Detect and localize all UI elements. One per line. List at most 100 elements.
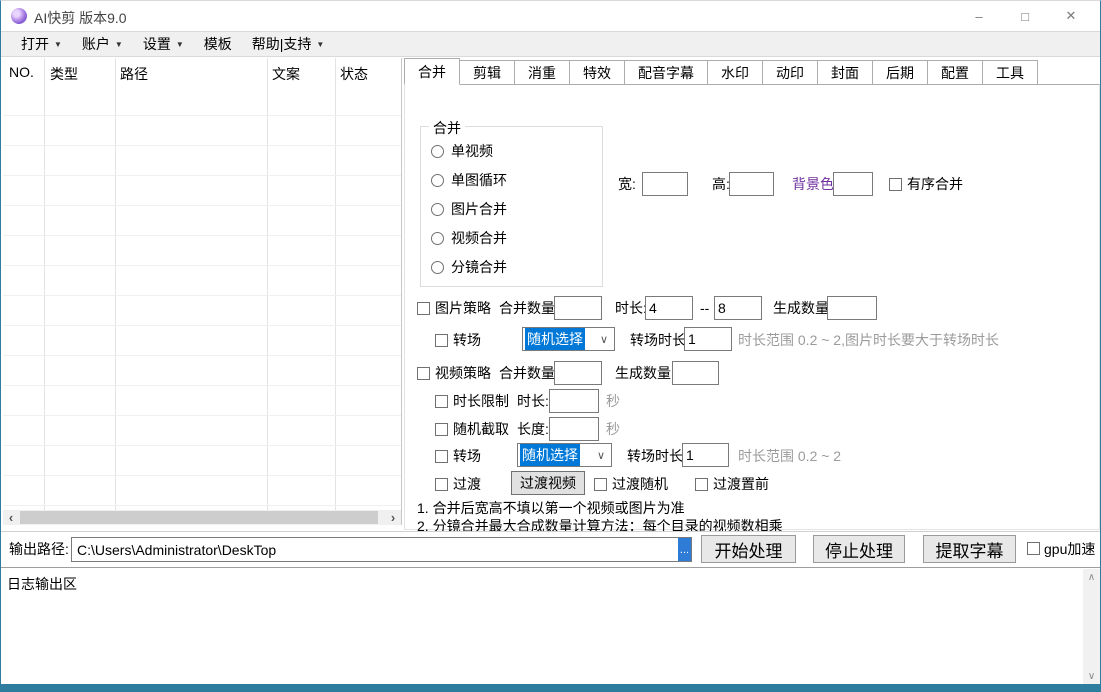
menu-open[interactable]: 打开 ▼ — [11, 32, 72, 56]
merge-count-label: 合并数量: — [499, 295, 559, 321]
scrollbar-thumb[interactable] — [20, 511, 378, 524]
tab-effects[interactable]: 特效 — [570, 60, 625, 85]
tab-dub-subtitle[interactable]: 配音字幕 — [625, 60, 708, 85]
height-input[interactable] — [729, 172, 774, 196]
video-transition-checkbox[interactable] — [435, 450, 448, 463]
image-transition-checkbox[interactable] — [435, 334, 448, 347]
width-label: 宽: — [618, 171, 636, 197]
scroll-left-icon[interactable]: ‹ — [3, 510, 19, 525]
crossfade-front-checkbox[interactable] — [695, 478, 708, 491]
merge-tab-content: 合并 单视频 单图循环 图片合并 视频合并 — [404, 84, 1100, 530]
video-transition-label: 转场 — [453, 443, 481, 469]
video-strategy-checkbox[interactable] — [417, 367, 430, 380]
menu-settings[interactable]: 设置 ▼ — [133, 32, 194, 56]
width-input[interactable] — [642, 172, 688, 196]
radio-icon[interactable] — [431, 203, 444, 216]
radio-video-merge[interactable]: 视频合并 — [431, 229, 507, 247]
menu-help[interactable]: 帮助|支持 ▼ — [242, 32, 335, 56]
tab-cover[interactable]: 封面 — [818, 60, 873, 85]
video-merge-count-input[interactable] — [554, 361, 602, 385]
minimize-button[interactable]: – — [956, 1, 1002, 31]
scroll-right-icon[interactable]: › — [385, 510, 401, 525]
close-button[interactable]: ✕ — [1048, 1, 1094, 31]
image-transition-duration-input[interactable] — [684, 327, 732, 351]
menu-open-label: 打开 — [21, 34, 49, 54]
table-horizontal-scrollbar[interactable]: ‹ › — [3, 510, 401, 525]
tab-edit[interactable]: 剪辑 — [460, 60, 515, 85]
background-color-input[interactable] — [833, 172, 873, 196]
tab-watermark[interactable]: 水印 — [708, 60, 763, 85]
radio-label: 单视频 — [451, 141, 493, 161]
duration-limit-checkbox[interactable] — [435, 395, 448, 408]
video-strategy-label: 视频策略 — [435, 360, 491, 386]
random-cut-label: 随机截取 — [453, 416, 509, 442]
browse-button[interactable]: ... — [678, 538, 691, 561]
menu-template[interactable]: 模板 — [194, 32, 242, 56]
window-title: AI快剪 版本9.0 — [34, 8, 127, 28]
chevron-down-icon: ▼ — [316, 40, 324, 49]
radio-storyboard-merge[interactable]: 分镜合并 — [431, 258, 507, 276]
ordered-merge-checkbox[interactable] — [889, 178, 902, 191]
col-status[interactable]: 状态 — [340, 64, 368, 84]
radio-image-merge[interactable]: 图片合并 — [431, 200, 507, 218]
output-path-label: 输出路径: — [9, 536, 69, 562]
video-gen-count-input[interactable] — [672, 361, 719, 385]
col-type[interactable]: 类型 — [50, 64, 78, 84]
extract-subtitle-button[interactable]: 提取字幕 — [923, 535, 1016, 563]
image-duration-max-input[interactable] — [714, 296, 762, 320]
tab-tools[interactable]: 工具 — [983, 60, 1038, 85]
scroll-up-icon[interactable]: ∧ — [1083, 569, 1100, 585]
tab-merge[interactable]: 合并 — [404, 58, 460, 85]
radio-single-image-loop[interactable]: 单图循环 — [431, 171, 507, 189]
radio-icon[interactable] — [431, 145, 444, 158]
random-cut-checkbox[interactable] — [435, 423, 448, 436]
image-transition-label: 转场 — [453, 327, 481, 353]
image-strategy-label: 图片策略 — [435, 295, 491, 321]
radio-label: 图片合并 — [451, 199, 507, 219]
output-path-input[interactable] — [71, 537, 692, 562]
col-path[interactable]: 路径 — [120, 64, 148, 84]
log-vertical-scrollbar[interactable]: ∧ ∨ — [1083, 569, 1100, 684]
crossfade-label: 过渡 — [453, 471, 481, 497]
tab-config[interactable]: 配置 — [928, 60, 983, 85]
crossfade-checkbox[interactable] — [435, 478, 448, 491]
col-script[interactable]: 文案 — [272, 64, 300, 84]
tab-bar: 合并 剪辑 消重 特效 配音字幕 水印 动印 封面 后期 配置 工具 — [404, 58, 1100, 85]
image-gen-count-input[interactable] — [827, 296, 877, 320]
menu-account[interactable]: 账户 ▼ — [72, 32, 133, 56]
gpu-accel-checkbox[interactable] — [1027, 542, 1040, 555]
scroll-down-icon[interactable]: ∨ — [1083, 668, 1100, 684]
stop-processing-button[interactable]: 停止处理 — [813, 535, 905, 563]
image-transition-hint: 时长范围 0.2 ~ 2,图片时长要大于转场时长 — [738, 327, 999, 353]
tab-post[interactable]: 后期 — [873, 60, 928, 85]
settings-panel: 合并 剪辑 消重 特效 配音字幕 水印 动印 封面 后期 配置 工具 合并 单视… — [404, 58, 1100, 530]
image-strategy-checkbox[interactable] — [417, 302, 430, 315]
length-field-label: 长度: — [517, 416, 549, 442]
video-transition-duration-label: 转场时长: — [627, 443, 687, 469]
radio-icon[interactable] — [431, 261, 444, 274]
video-transition-duration-input[interactable] — [682, 443, 729, 467]
image-duration-label: 时长: — [615, 295, 647, 321]
image-merge-count-input[interactable] — [554, 296, 602, 320]
duration-limit-input[interactable] — [549, 389, 599, 413]
col-no[interactable]: NO. — [9, 64, 34, 80]
crossfade-video-button[interactable]: 过渡视频 — [511, 471, 585, 495]
select-value: 随机选择 — [520, 444, 580, 466]
image-transition-select[interactable]: 随机选择 ∨ — [522, 327, 615, 351]
radio-icon[interactable] — [431, 174, 444, 187]
crossfade-random-checkbox[interactable] — [594, 478, 607, 491]
crossfade-random-label: 过渡随机 — [612, 471, 668, 497]
chevron-down-icon: ∨ — [597, 449, 605, 462]
tab-motion-watermark[interactable]: 动印 — [763, 60, 818, 85]
random-cut-input[interactable] — [549, 417, 599, 441]
start-processing-button[interactable]: 开始处理 — [701, 535, 796, 563]
tab-dedupe[interactable]: 消重 — [515, 60, 570, 85]
video-transition-hint: 时长范围 0.2 ~ 2 — [738, 443, 841, 469]
image-duration-min-input[interactable] — [645, 296, 693, 320]
maximize-button[interactable]: □ — [1002, 1, 1048, 31]
radio-icon[interactable] — [431, 232, 444, 245]
radio-single-video[interactable]: 单视频 — [431, 142, 493, 160]
video-transition-select[interactable]: 随机选择 ∨ — [517, 443, 612, 467]
ordered-merge-label: 有序合并 — [907, 171, 963, 197]
window-controls: – □ ✕ — [956, 1, 1094, 31]
